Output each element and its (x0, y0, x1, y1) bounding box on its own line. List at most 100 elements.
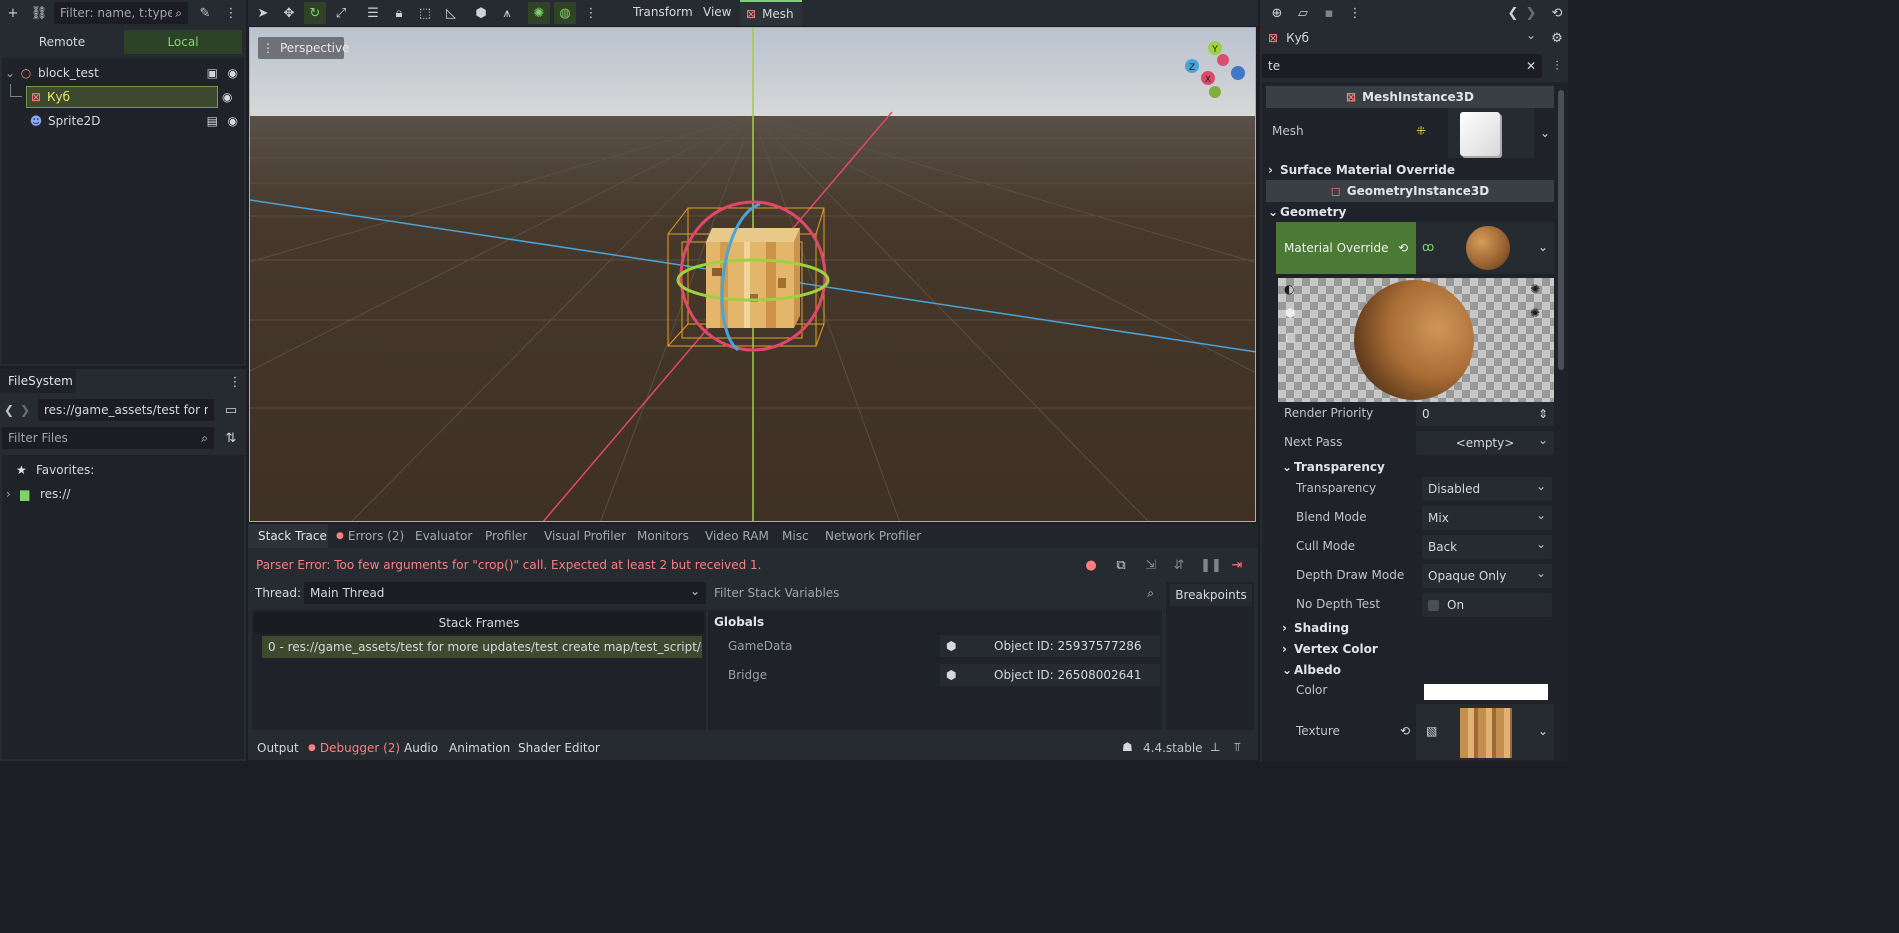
tab-misc[interactable]: Misc (782, 524, 809, 548)
thread-select[interactable]: Main Thread (304, 582, 706, 604)
variable-row[interactable]: GameData ⬢ Object ID: 25937577286 (708, 634, 1162, 658)
material-override-value[interactable]: ꝏ ⌄ (1416, 222, 1554, 274)
vertex-color-section[interactable]: › Vertex Color (1282, 639, 1378, 659)
tab-visual-profiler[interactable]: Visual Profiler (544, 524, 626, 548)
albedo-texture-value[interactable]: ▧ ⌄ (1416, 704, 1554, 760)
geometry-section[interactable]: ⌄ Geometry (1268, 202, 1346, 222)
transparency-section[interactable]: ⌄ Transparency (1282, 457, 1385, 477)
view-menu[interactable]: View (703, 5, 731, 19)
back-arrow-icon[interactable]: ❮ (4, 403, 20, 417)
group-icon[interactable]: ⬚ (414, 2, 436, 24)
visibility-eye-icon[interactable]: ◉ (228, 66, 238, 80)
depth-draw-mode-select[interactable]: Opaque Only (1422, 564, 1552, 588)
box-preview-icon[interactable]: ⬢ (1285, 306, 1295, 320)
perspective-button[interactable]: ⋮ Perspective (258, 37, 350, 59)
tab-profiler[interactable]: Profiler (485, 524, 527, 548)
albedo-color-swatch[interactable] (1424, 684, 1548, 700)
tab-filesystem[interactable]: FileSystem (0, 369, 76, 393)
step-into-icon[interactable]: ⇲ (1140, 554, 1162, 576)
history-icon[interactable]: ⟲ (1548, 2, 1566, 24)
tab-stack-trace[interactable]: Stack Trace (248, 524, 328, 548)
stack-frame-row[interactable]: 0 - res://game_assets/test for more upda… (262, 636, 702, 658)
chevron-right-icon[interactable]: › (6, 487, 20, 501)
tree-item-block-test[interactable]: ⌄ ○ block_test ▣ ◉ (2, 62, 244, 84)
no-depth-test-checkbox[interactable]: On (1422, 593, 1552, 617)
transparency-select[interactable]: Disabled (1422, 477, 1552, 501)
rotate-tool-icon[interactable]: ↻ (304, 2, 326, 24)
tab-remote[interactable]: Remote (2, 30, 122, 54)
menu-dots-icon[interactable]: ⋮ (1344, 2, 1366, 24)
viewport-3d[interactable]: Y X Z ⋮ Perspective (249, 27, 1256, 522)
menu-dots-icon[interactable]: ⋮ (228, 371, 242, 393)
tab-animation[interactable]: Animation (449, 736, 510, 760)
light-1-icon[interactable]: ✺ (1530, 282, 1540, 296)
sun-icon[interactable]: ✺ (528, 2, 550, 24)
mesh-move-icon[interactable]: ⁜ (1416, 124, 1426, 138)
lock-icon[interactable]: 🔒︎ (388, 2, 410, 24)
cube-icon[interactable]: ⬢ (470, 2, 492, 24)
split-view-icon[interactable]: ▭ (220, 399, 242, 421)
filter-stack-variables-input[interactable]: Filter Stack Variables ⌕ (708, 582, 1162, 604)
sort-icon[interactable]: ⇅ (220, 427, 242, 449)
tab-monitors[interactable]: Monitors (637, 524, 689, 548)
reset-icon[interactable]: ⟲ (1398, 241, 1408, 255)
tree-item-sprite2d[interactable]: ☻ Sprite2D ▤ ◉ (28, 110, 244, 132)
visibility-eye-icon[interactable]: ◉ (222, 90, 232, 104)
inspector-scrollbar[interactable] (1558, 90, 1564, 370)
variable-row[interactable]: Bridge ⬢ Object ID: 26508002641 (708, 663, 1162, 687)
tab-network-profiler[interactable]: Network Profiler (825, 524, 921, 548)
save-icon[interactable]: ▪ (1318, 2, 1340, 24)
tree-item-kub[interactable]: ⊠ Куб (26, 86, 218, 108)
expand-panel-icon[interactable]: ⫪ (1234, 740, 1241, 755)
history-back-icon[interactable]: ❮ (1504, 2, 1522, 24)
property-search-input[interactable]: te ✕ (1262, 54, 1542, 78)
quad-preview-icon[interactable]: ▢ (1285, 330, 1296, 344)
continue-icon[interactable]: ⇥ (1226, 554, 1248, 576)
material-override-row[interactable]: Material Override ⟲ (1276, 222, 1416, 274)
tab-shader-editor[interactable]: Shader Editor (518, 736, 600, 760)
chevron-down-icon[interactable]: ⌄ (1540, 126, 1550, 140)
transform-menu[interactable]: Transform (633, 5, 693, 19)
attach-script-icon[interactable]: ✎ (194, 2, 216, 24)
render-priority-spinbox[interactable]: 0 ⇕ (1416, 402, 1554, 426)
filter-files-input[interactable]: Filter Files ⌕ (2, 427, 214, 449)
scene-filter-input[interactable]: Filter: name, t:type, g:group ⌕ (54, 2, 188, 24)
albedo-section[interactable]: ⌄ Albedo (1282, 660, 1341, 680)
scale-tool-icon[interactable]: ⤢ (330, 2, 352, 24)
pause-icon[interactable]: ❚❚ (1200, 554, 1222, 576)
tab-local[interactable]: Local (124, 30, 242, 54)
mesh-menu[interactable]: ⊠ Mesh (740, 0, 802, 26)
select-tool-icon[interactable]: ➤ (252, 2, 274, 24)
list-select-icon[interactable]: ☰ (362, 2, 384, 24)
node-selector[interactable]: ⊠ Куб (1262, 26, 1542, 50)
path-field[interactable]: res://game_assets/test for mo (38, 399, 214, 421)
spinner-icon[interactable]: ⇕ (1538, 407, 1548, 421)
visibility-eye-icon[interactable]: ◉ (228, 114, 238, 128)
link-icon[interactable]: ⛓ (28, 2, 50, 24)
tab-evaluator[interactable]: Evaluator (415, 524, 472, 548)
filter-options-icon[interactable]: ⫶ (1546, 55, 1568, 77)
tab-debugger[interactable]: ● Debugger (2) (308, 736, 400, 760)
clear-icon[interactable]: ✕ (1526, 59, 1536, 73)
menu-dots-icon[interactable]: ⋮ (580, 2, 602, 24)
copy-icon[interactable]: ⧉ (1110, 554, 1132, 576)
shading-section[interactable]: › Shading (1282, 618, 1349, 638)
script-icon[interactable]: ▤ (207, 114, 218, 128)
reset-icon[interactable]: ⟲ (1400, 724, 1410, 738)
tab-audio[interactable]: Audio (404, 736, 438, 760)
record-icon[interactable]: ● (1080, 554, 1102, 576)
cull-mode-select[interactable]: Back (1422, 535, 1552, 559)
globals-section[interactable]: Globals (714, 615, 764, 629)
favorites-item[interactable]: ★ Favorites: (16, 459, 94, 481)
res-root-item[interactable]: › ▆ res:// (6, 483, 70, 505)
mesh-preview[interactable] (1448, 108, 1534, 158)
tab-video-ram[interactable]: Video RAM (705, 524, 769, 548)
light-2-icon[interactable]: ✺ (1530, 306, 1540, 320)
tab-output[interactable]: Output (257, 736, 299, 760)
move-tool-icon[interactable]: ✥ (278, 2, 300, 24)
add-node-icon[interactable]: + (2, 2, 24, 24)
menu-dots-icon[interactable]: ⋮ (220, 2, 242, 24)
step-over-icon[interactable]: ⇵ (1168, 554, 1190, 576)
sphere-preview-icon[interactable]: ◐ (1284, 282, 1294, 296)
globe-icon[interactable]: ◍ (554, 2, 576, 24)
